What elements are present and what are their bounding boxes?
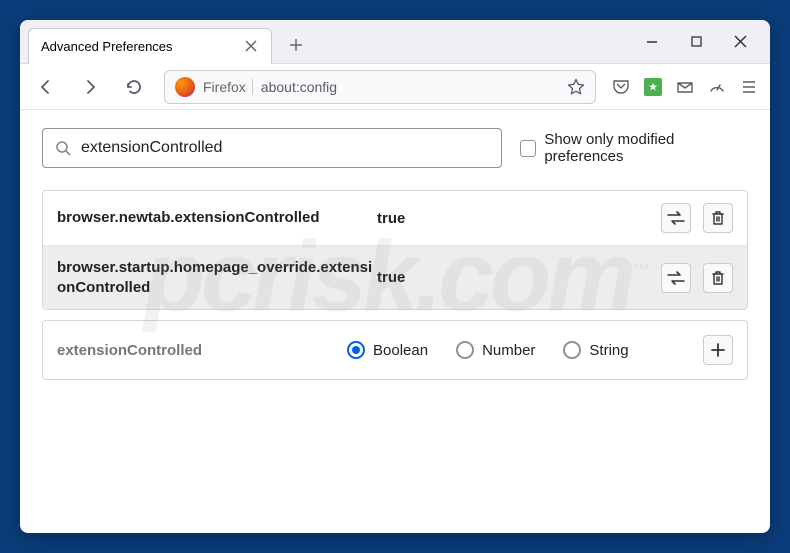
url-bar[interactable]: Firefox about:config [164,70,596,104]
show-modified-label: Show only modified preferences [544,131,748,165]
radio-label: Number [482,342,535,359]
browser-window: Advanced Preferences [20,20,770,533]
search-box[interactable] [42,128,502,168]
toolbar-actions [612,78,758,96]
show-modified-checkbox-row[interactable]: Show only modified preferences [520,131,748,165]
app-menu-button[interactable] [740,78,758,96]
pref-value: true [377,269,661,286]
search-row: Show only modified preferences [42,128,748,168]
pref-name: browser.startup.homepage_override.extens… [57,258,377,297]
radio-icon [456,341,474,359]
toggle-button[interactable] [661,263,691,293]
titlebar: Advanced Preferences [20,20,770,64]
delete-button[interactable] [703,203,733,233]
pref-row: browser.startup.homepage_override.extens… [43,246,747,309]
new-tab-button[interactable] [280,29,312,61]
pref-value: true [377,210,661,227]
add-pref-name: extensionControlled [57,342,347,359]
tab-title: Advanced Preferences [41,39,173,54]
close-tab-icon[interactable] [243,38,259,54]
add-button[interactable] [703,335,733,365]
window-controls [642,32,762,52]
type-radio-string[interactable]: String [563,341,628,359]
pocket-icon[interactable] [612,78,630,96]
mail-icon[interactable] [676,78,694,96]
search-input[interactable] [81,139,489,157]
close-window-button[interactable] [730,32,750,52]
minimize-button[interactable] [642,32,662,52]
add-pref-row: extensionControlled Boolean Number String [42,320,748,380]
nav-toolbar: Firefox about:config [20,64,770,110]
pref-row: browser.newtab.extensionControlled true [43,191,747,246]
url-text: about:config [261,79,559,95]
extension-badge-icon[interactable] [644,78,662,96]
search-icon [55,140,71,156]
radio-label: String [589,342,628,359]
type-radio-boolean[interactable]: Boolean [347,341,428,359]
pref-name: browser.newtab.extensionControlled [57,208,377,228]
toggle-button[interactable] [661,203,691,233]
radio-label: Boolean [373,342,428,359]
config-content: Show only modified preferences browser.n… [20,110,770,533]
tab-advanced-preferences[interactable]: Advanced Preferences [28,28,272,64]
delete-button[interactable] [703,263,733,293]
radio-icon [347,341,365,359]
results-table: browser.newtab.extensionControlled true … [42,190,748,310]
type-radio-number[interactable]: Number [456,341,535,359]
reload-button[interactable] [120,73,148,101]
speed-icon[interactable] [708,78,726,96]
identity-label: Firefox [203,79,253,95]
radio-icon [563,341,581,359]
back-button[interactable] [32,73,60,101]
maximize-button[interactable] [686,32,706,52]
bookmark-star-icon[interactable] [567,78,585,96]
show-modified-checkbox[interactable] [520,140,536,157]
type-radios: Boolean Number String [347,341,703,359]
forward-button[interactable] [76,73,104,101]
firefox-icon [175,77,195,97]
